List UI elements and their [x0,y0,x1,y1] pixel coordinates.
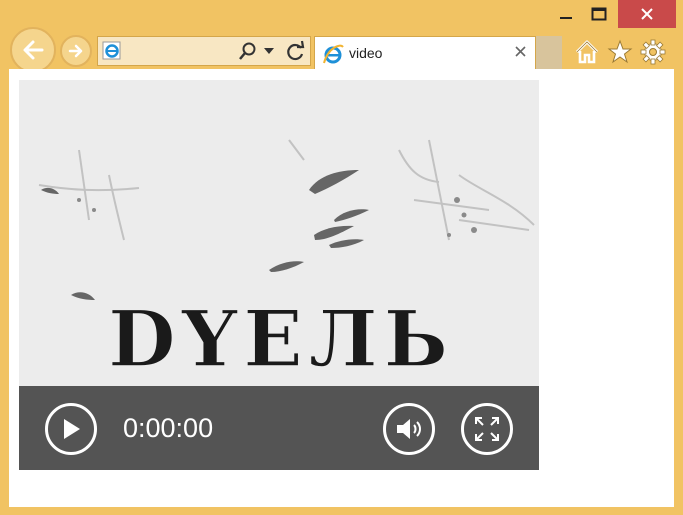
tab-video[interactable]: video [314,36,536,69]
close-icon [641,8,653,20]
close-window-button[interactable] [618,0,676,28]
home-button[interactable] [573,38,601,66]
back-button[interactable] [10,27,56,73]
video-controls-bar: 0:00:00 [19,386,539,470]
favorites-button[interactable] [606,38,634,66]
gear-icon [640,39,666,65]
video-title-text: DYEЛЬ [108,294,454,385]
play-icon [64,419,80,439]
page-content: DYEЛЬ 0:00:00 [9,69,674,507]
volume-icon [397,419,421,439]
favorites-icon [607,39,633,64]
home-icon [575,40,599,64]
back-icon [23,40,44,60]
new-tab-button[interactable] [536,36,562,69]
settings-button[interactable] [639,38,667,66]
video-frame: DYEЛЬ [19,80,539,386]
search-icon[interactable] [238,41,258,61]
minimize-button[interactable] [552,0,580,28]
video-player[interactable]: DYEЛЬ 0:00:00 [19,80,539,470]
tab-title: video [349,45,383,61]
minimize-icon [560,17,572,19]
fullscreen-icon [475,417,499,441]
ie-icon [102,41,121,60]
fullscreen-button[interactable] [461,403,513,455]
close-tab-button[interactable] [511,42,529,60]
forward-button[interactable] [60,35,92,67]
time-display: 0:00:00 [123,413,214,443]
maximize-icon [591,7,607,21]
ie-icon [323,44,344,64]
maximize-button[interactable] [585,0,613,28]
forward-icon [68,44,83,58]
browser-window: video DYEЛЬ 0:00:00 [0,0,683,515]
close-tab-icon [514,45,526,57]
play-button[interactable] [45,403,97,455]
refresh-icon[interactable] [284,40,306,62]
address-bar[interactable] [97,36,311,66]
dropdown-icon[interactable] [264,48,274,56]
volume-button[interactable] [383,403,435,455]
